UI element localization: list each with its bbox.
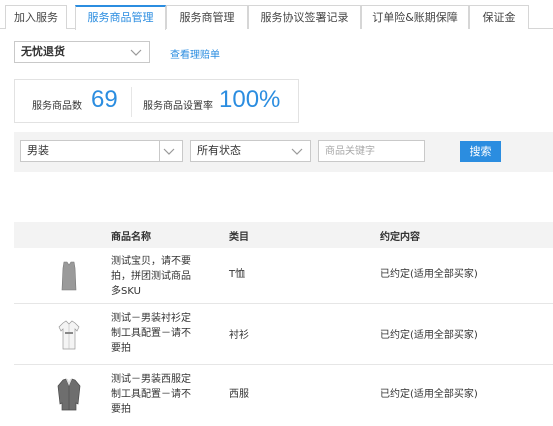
- agreement-status: 已约定(适用全部买家): [380, 269, 478, 280]
- column-header-product-name: 商品名称: [111, 232, 151, 243]
- tab-order-insurance[interactable]: 订单险&账期保障: [361, 5, 469, 29]
- service-type-value: 无忧退货: [21, 45, 65, 58]
- tab-service-product-management[interactable]: 服务商品管理: [75, 5, 166, 30]
- product-category: 衬衫: [229, 330, 249, 341]
- table-row: 测试－男装西服定 制工具配置－请不 要拍 西服 已约定(适用全部买家): [14, 366, 553, 426]
- tab-deposit[interactable]: 保证金: [469, 5, 529, 29]
- service-stats-panel: 服务商品数 69 服务商品设置率 100%: [14, 79, 299, 123]
- tab-join-service[interactable]: 加入服务: [5, 5, 67, 29]
- chevron-down-icon: [291, 148, 303, 155]
- tab-agreement-records[interactable]: 服务协议签署记录: [248, 5, 361, 29]
- category-select[interactable]: 男装: [20, 140, 183, 162]
- keyword-search-input[interactable]: [318, 140, 425, 162]
- table-row: 测试－男装衬衫定 制工具配置－请不 要拍 衬衫 已约定(适用全部买家): [14, 305, 553, 365]
- suit-icon: [57, 378, 81, 411]
- table-row: 测试宝贝，请不要 拍，拼团测试商品 多SKU T恤 已约定(适用全部买家): [14, 248, 553, 304]
- agreement-status: 已约定(适用全部买家): [380, 389, 478, 400]
- setting-rate-label: 服务商品设置率: [143, 101, 213, 112]
- column-header-category: 类目: [229, 232, 249, 243]
- column-header-agreement: 约定内容: [380, 232, 420, 243]
- status-select[interactable]: 所有状态: [190, 140, 311, 162]
- chevron-down-icon: [130, 49, 142, 56]
- view-claims-link[interactable]: 查看理赔单: [170, 46, 220, 61]
- product-count-value: 69: [91, 86, 118, 113]
- product-category: 西服: [229, 389, 249, 400]
- vest-icon: [61, 261, 77, 291]
- status-value: 所有状态: [197, 144, 241, 157]
- product-category: T恤: [229, 269, 246, 280]
- table-header: 商品名称 类目 约定内容: [14, 222, 553, 248]
- product-name[interactable]: 测试宝贝，请不要 拍，拼团测试商品 多SKU: [111, 254, 203, 299]
- product-name[interactable]: 测试－男装衬衫定 制工具配置－请不 要拍: [111, 311, 203, 356]
- agreement-status: 已约定(适用全部买家): [380, 330, 478, 341]
- search-button[interactable]: 搜索: [460, 141, 501, 162]
- filter-bar: 男装 所有状态 搜索: [14, 132, 553, 172]
- stats-divider: [131, 87, 132, 117]
- category-value: 男装: [27, 144, 49, 157]
- shirt-icon: [58, 320, 80, 350]
- product-count-label: 服务商品数: [32, 101, 82, 112]
- product-name[interactable]: 测试－男装西服定 制工具配置－请不 要拍: [111, 372, 203, 417]
- tab-bar: 加入服务 服务商品管理 服务商管理 服务协议签署记录 订单险&账期保障 保证金: [0, 0, 553, 30]
- setting-rate-value: 100%: [219, 86, 281, 113]
- tab-provider-management[interactable]: 服务商管理: [166, 5, 248, 29]
- chevron-down-icon: [163, 148, 175, 155]
- select-divider: [159, 141, 160, 161]
- service-type-select[interactable]: 无忧退货: [14, 41, 150, 63]
